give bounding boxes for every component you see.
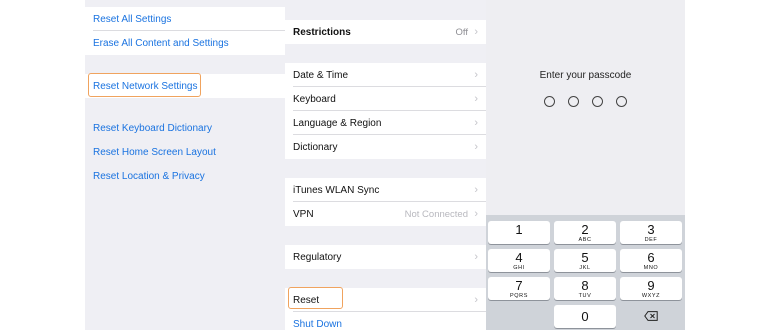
key-digit: 6 xyxy=(647,250,655,265)
itunes-wlan-sync-row[interactable]: iTunes WLAN Sync › xyxy=(285,178,486,202)
key-digit: 3 xyxy=(647,222,655,237)
key-letters: TUV xyxy=(578,293,592,299)
key-2[interactable]: 2 ABC xyxy=(554,221,616,244)
passcode-dot xyxy=(544,96,555,107)
reset-home-screen-label: Reset Home Screen Layout xyxy=(93,146,216,158)
key-0[interactable]: 0 xyxy=(554,305,616,328)
reset-location-privacy-button[interactable]: Reset Location & Privacy xyxy=(85,164,285,188)
numeric-keypad: 1 2 ABC 3 DEF 4 GHI 5 JKL 6 MNO 7 PQRS 8 xyxy=(486,215,685,330)
key-9[interactable]: 9 WXYZ xyxy=(620,277,682,300)
restrictions-value: Off xyxy=(455,26,469,38)
key-letters: GHI xyxy=(513,265,525,271)
date-time-row[interactable]: Date & Time › xyxy=(285,63,486,87)
restrictions-label: Restrictions xyxy=(293,26,351,38)
passcode-dot xyxy=(592,96,603,107)
key-6[interactable]: 6 MNO xyxy=(620,249,682,272)
key-digit: 7 xyxy=(515,278,523,293)
keyboard-label: Keyboard xyxy=(293,93,336,105)
language-region-label: Language & Region xyxy=(293,117,382,129)
key-empty xyxy=(488,305,550,328)
key-5[interactable]: 5 JKL xyxy=(554,249,616,272)
key-letters: DEF xyxy=(644,237,658,243)
key-letters: MNO xyxy=(643,265,659,271)
key-3[interactable]: 3 DEF xyxy=(620,221,682,244)
shut-down-button[interactable]: Shut Down xyxy=(285,312,486,330)
key-1[interactable]: 1 xyxy=(488,221,550,244)
key-8[interactable]: 8 TUV xyxy=(554,277,616,300)
reset-all-settings-button[interactable]: Reset All Settings xyxy=(85,7,285,31)
chevron-right-icon: › xyxy=(474,251,478,263)
passcode-title: Enter your passcode xyxy=(539,70,632,81)
vpn-row[interactable]: VPN Not Connected › xyxy=(285,202,486,226)
key-7[interactable]: 7 PQRS xyxy=(488,277,550,300)
chevron-right-icon: › xyxy=(474,294,478,306)
key-digit: 4 xyxy=(515,250,523,265)
key-digit: 1 xyxy=(515,222,523,237)
date-time-label: Date & Time xyxy=(293,69,349,81)
regulatory-label: Regulatory xyxy=(293,251,342,263)
dictionary-row[interactable]: Dictionary › xyxy=(285,135,486,159)
key-digit: 5 xyxy=(581,250,589,265)
highlight-box xyxy=(88,73,201,97)
key-letters: ABC xyxy=(578,237,592,243)
key-4[interactable]: 4 GHI xyxy=(488,249,550,272)
passcode-dots xyxy=(486,96,685,107)
key-digit: 9 xyxy=(647,278,655,293)
highlight-box xyxy=(288,287,343,309)
passcode-panel: Enter your passcode 1 2 ABC 3 DEF 4 GHI … xyxy=(486,0,685,330)
erase-all-content-button[interactable]: Erase All Content and Settings xyxy=(85,31,285,55)
key-letters: JKL xyxy=(579,265,591,271)
reset-keyboard-dictionary-label: Reset Keyboard Dictionary xyxy=(93,122,212,134)
chevron-right-icon: › xyxy=(474,117,478,129)
vpn-label: VPN xyxy=(293,208,314,220)
shut-down-label: Shut Down xyxy=(293,318,342,330)
language-region-row[interactable]: Language & Region › xyxy=(285,111,486,135)
passcode-dot xyxy=(568,96,579,107)
key-digit: 0 xyxy=(581,309,589,324)
chevron-right-icon: › xyxy=(474,208,478,220)
chevron-right-icon: › xyxy=(474,184,478,196)
keyboard-row[interactable]: Keyboard › xyxy=(285,87,486,111)
chevron-right-icon: › xyxy=(474,93,478,105)
delete-key[interactable] xyxy=(620,305,682,328)
chevron-right-icon: › xyxy=(474,26,478,38)
key-digit: 2 xyxy=(581,222,589,237)
restrictions-row[interactable]: Restrictions Off › xyxy=(285,20,486,44)
key-digit: 8 xyxy=(581,278,589,293)
key-letters: PQRS xyxy=(510,293,528,299)
vpn-value: Not Connected xyxy=(404,208,468,220)
backspace-icon xyxy=(644,311,658,321)
reset-keyboard-dictionary-button[interactable]: Reset Keyboard Dictionary xyxy=(85,116,285,140)
reset-options-panel: Reset All Settings Erase All Content and… xyxy=(85,0,285,330)
passcode-dot xyxy=(616,96,627,107)
chevron-right-icon: › xyxy=(474,141,478,153)
erase-all-content-label: Erase All Content and Settings xyxy=(93,37,229,49)
dictionary-label: Dictionary xyxy=(293,141,338,153)
itunes-wlan-sync-label: iTunes WLAN Sync xyxy=(293,184,380,196)
key-letters: WXYZ xyxy=(641,293,661,299)
reset-home-screen-button[interactable]: Reset Home Screen Layout xyxy=(85,140,285,164)
regulatory-row[interactable]: Regulatory › xyxy=(285,245,486,269)
reset-location-privacy-label: Reset Location & Privacy xyxy=(93,170,205,182)
general-settings-panel: Restrictions Off › Date & Time › Keyboar… xyxy=(285,0,486,330)
reset-all-settings-label: Reset All Settings xyxy=(93,13,172,25)
chevron-right-icon: › xyxy=(474,69,478,81)
